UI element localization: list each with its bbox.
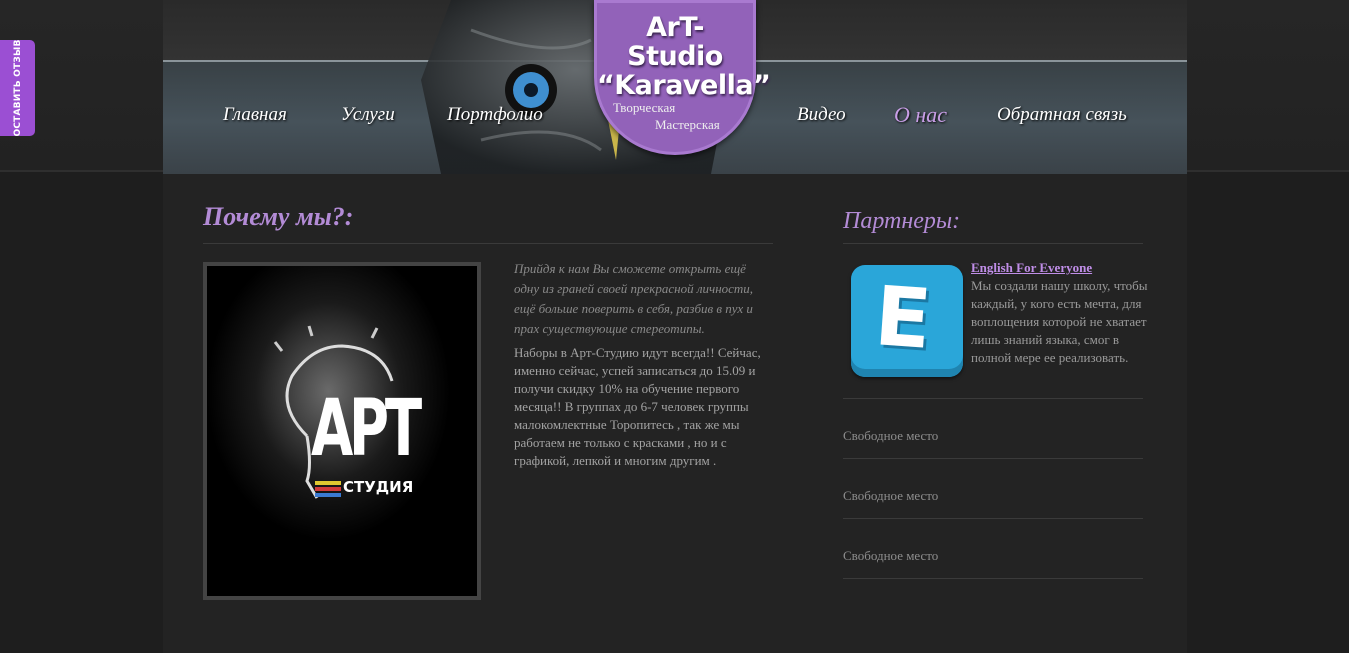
partner-link[interactable]: English For Everyone — [971, 260, 1092, 276]
section-divider — [203, 243, 773, 244]
nav-item-about[interactable]: О нас — [894, 102, 947, 130]
partners-divider — [843, 578, 1143, 579]
nav-item-services[interactable]: Услуги — [341, 104, 395, 132]
logo-line-1: ArT- — [646, 12, 704, 43]
partners-divider — [843, 243, 1143, 244]
nav-item-feedback[interactable]: Обратная связь — [997, 104, 1127, 132]
site-logo[interactable]: ArT- Studio “Karavella” Творческая Масте… — [594, 0, 771, 155]
free-slot: Свободное место — [843, 428, 939, 443]
nav-item-video[interactable]: Видео — [797, 104, 846, 132]
art-studio-image: АРТ СТУДИЯ — [203, 262, 481, 600]
partner-description: Мы создали нашу школу, чтобы каждый, у к… — [971, 278, 1148, 365]
logo-line-3: “Karavella” — [597, 70, 771, 101]
partners-divider — [843, 458, 1143, 459]
logo-subtitle-1: Творческая — [613, 100, 676, 115]
free-slot: Свободное место — [843, 488, 939, 503]
feedback-side-tab-label: ОСТАВИТЬ ОТЗЫВ — [12, 39, 23, 137]
feedback-side-tab[interactable]: ОСТАВИТЬ ОТЗЫВ — [0, 39, 35, 137]
partners-title: Партнеры: — [843, 208, 961, 234]
section-title: Почему мы?: — [203, 202, 354, 231]
partners-divider — [843, 518, 1143, 519]
intro-text: Прийдя к нам Вы сможете открыть ещё одну… — [514, 261, 754, 336]
body-text: Наборы в Арт-Студию идут всегда!! Сейчас… — [514, 345, 761, 468]
partner-logo-icon[interactable]: E — [851, 265, 963, 377]
logo-subtitle-2: Мастерская — [655, 117, 720, 132]
partner-logo-letter: E — [871, 269, 935, 368]
free-slot: Свободное место — [843, 548, 939, 563]
nav-item-portfolio[interactable]: Портфолио — [447, 104, 543, 132]
logo-line-2: Studio — [627, 41, 723, 72]
nav-item-home[interactable]: Главная — [223, 104, 287, 132]
art-logo-small-text: СТУДИЯ — [343, 478, 414, 496]
partners-divider — [843, 398, 1143, 399]
art-logo-big-text: АРТ — [311, 384, 422, 474]
main-content: Почему мы?: АРТ СТУДИЯ Прийдя к нам Вы с… — [163, 174, 1187, 653]
